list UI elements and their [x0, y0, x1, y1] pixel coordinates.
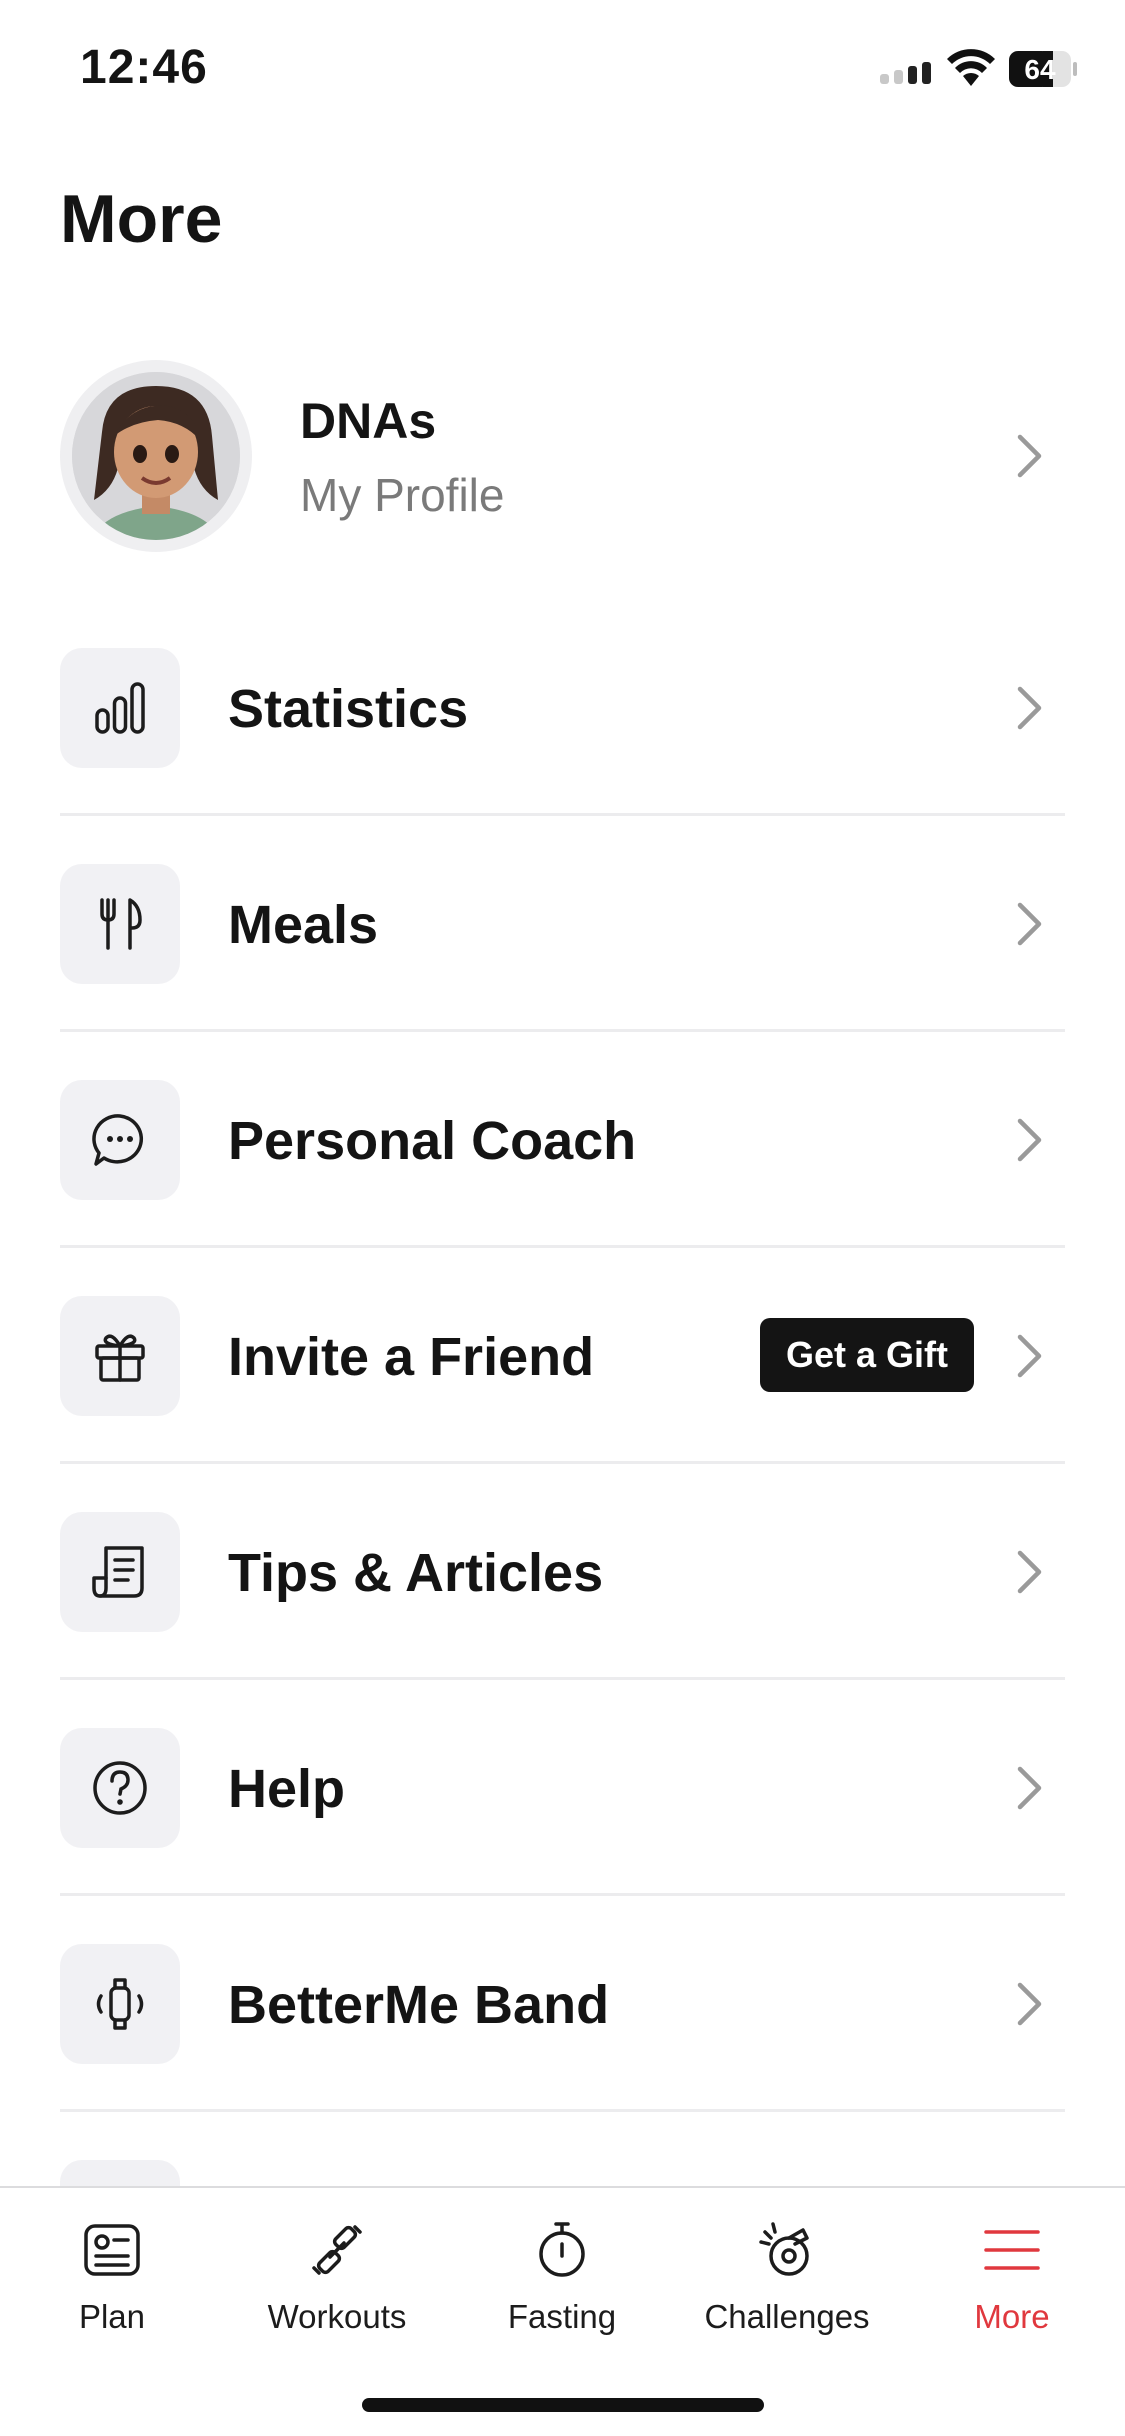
tab-label: More: [974, 2298, 1050, 2335]
get-gift-button[interactable]: Get a Gift: [760, 1318, 974, 1392]
status-time: 12:46: [80, 41, 208, 94]
chevron-right-icon: [1017, 1550, 1042, 1594]
menu-item-label: Tips & Articles: [228, 1543, 604, 1603]
tab-fasting[interactable]: Fasting: [462, 2218, 662, 2336]
menu-item-label: Help: [228, 1759, 346, 1819]
divider: [60, 1245, 1065, 1248]
divider: [60, 1677, 1065, 1680]
help-circle-icon: [60, 1728, 180, 1848]
menu-item-label: Invite a Friend: [228, 1327, 595, 1387]
hamburger-icon: [984, 2230, 1040, 2270]
menu-item-label: Statistics: [228, 679, 469, 739]
page-title: More: [60, 181, 223, 257]
stopwatch-icon: [539, 2222, 585, 2277]
chevron-right-icon: [1017, 1334, 1042, 1378]
avatar-image: [72, 372, 240, 540]
profile-name: DNAs: [300, 393, 437, 449]
menu-item-help[interactable]: Help: [60, 1728, 1065, 1944]
menu-item-statistics[interactable]: Statistics: [60, 648, 1065, 864]
plan-icon: [84, 2224, 140, 2276]
menu-item-personal-coach[interactable]: Personal Coach: [60, 1080, 1065, 1296]
tab-plan[interactable]: Plan: [12, 2218, 212, 2336]
article-icon: [60, 1512, 180, 1632]
tab-label: Workouts: [267, 2298, 407, 2335]
chevron-right-icon: [1017, 434, 1042, 478]
menu-item-meals[interactable]: Meals: [60, 864, 1065, 1080]
menu-item-label: BetterMe Band: [228, 1975, 610, 2035]
cellular-signal-icon: [880, 62, 931, 84]
chevron-right-icon: [1017, 1982, 1042, 2026]
divider: [60, 1461, 1065, 1464]
tab-challenges[interactable]: Challenges: [687, 2218, 887, 2336]
bar-chart-icon: [60, 648, 180, 768]
divider: [60, 2109, 1065, 2112]
chat-bubble-icon: [60, 1080, 180, 1200]
profile-subtitle: My Profile: [300, 469, 505, 521]
home-indicator: [362, 2398, 764, 2412]
menu-item-betterme-band[interactable]: BetterMe Band: [60, 1944, 1065, 2160]
chevron-right-icon: [1017, 1766, 1042, 1810]
menu-item-label: Meals: [228, 895, 379, 955]
battery-level: 64: [1024, 54, 1056, 85]
divider: [60, 813, 1065, 816]
chevron-right-icon: [1017, 686, 1042, 730]
challenge-icon: [759, 2222, 809, 2276]
tab-more[interactable]: More: [912, 2218, 1112, 2336]
status-bar: 12:46 64: [0, 0, 1125, 140]
fork-knife-icon: [60, 864, 180, 984]
battery-icon: 64: [1008, 50, 1078, 88]
band-icon: [60, 1944, 180, 2064]
tab-workouts[interactable]: Workouts: [237, 2218, 437, 2336]
divider: [60, 1029, 1065, 1032]
menu-item-label: Personal Coach: [228, 1111, 637, 1171]
gift-icon: [60, 1296, 180, 1416]
chevron-right-icon: [1017, 1118, 1042, 1162]
wifi-icon: [947, 49, 995, 86]
menu-list: Statistics Meals Personal Coach Invite a…: [60, 648, 1065, 2376]
avatar: [60, 360, 252, 552]
tab-label: Plan: [78, 2298, 146, 2335]
dumbbell-icon: [312, 2225, 362, 2275]
menu-item-tips-articles[interactable]: Tips & Articles: [60, 1512, 1065, 1728]
menu-item-invite-friend[interactable]: Invite a Friend Get a Gift: [60, 1296, 1065, 1512]
divider: [60, 1893, 1065, 1896]
profile-row[interactable]: DNAs My Profile: [60, 360, 1065, 552]
chevron-right-icon: [1017, 902, 1042, 946]
tab-label: Fasting: [507, 2298, 617, 2335]
tab-label: Challenges: [704, 2298, 870, 2335]
